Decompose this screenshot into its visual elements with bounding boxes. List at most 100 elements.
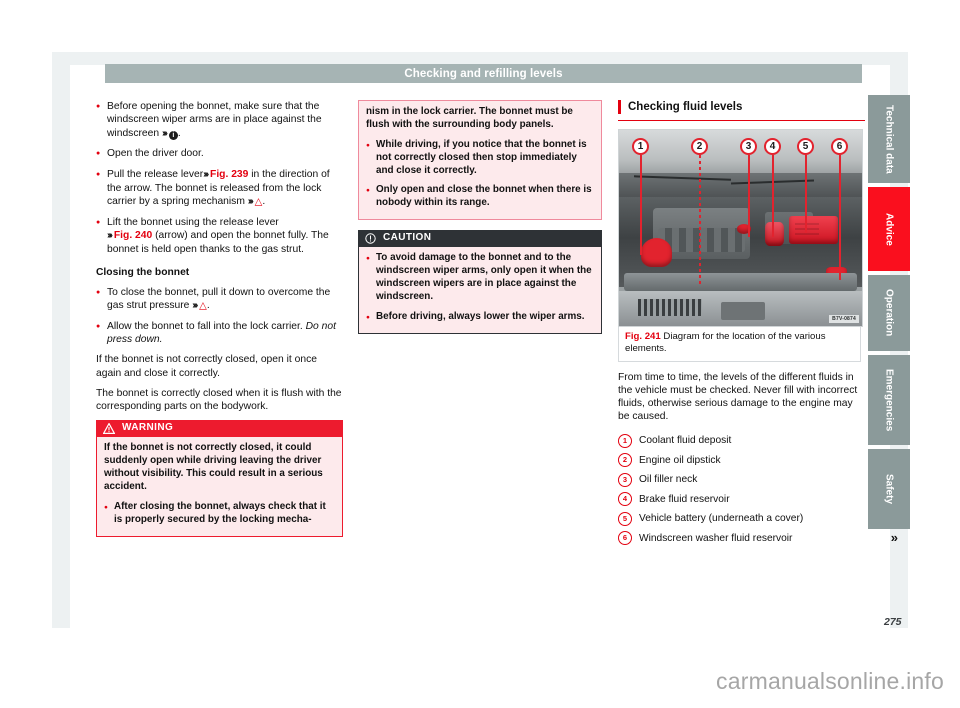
- coolant-deposit-cap: [640, 237, 673, 268]
- legend-label: Brake fluid reservoir: [639, 493, 730, 505]
- paragraph: If the bonnet is not correctly closed, o…: [96, 354, 317, 379]
- cross-reference-chevron-icon: ›››: [247, 195, 254, 207]
- figure-callout-1: 1: [632, 138, 649, 255]
- page-title: Checking and refilling levels: [404, 67, 563, 80]
- watermark: carmanualsonline.info: [716, 668, 944, 694]
- engine-bay-figure: 1 2 3 4 5 6 B7V-0874: [618, 129, 863, 327]
- list-item: 1 Coolant fluid deposit: [618, 433, 865, 448]
- callout-leader-line: [804, 155, 807, 233]
- warning-bullet-text: Only open and close the bonnet when ther…: [376, 184, 592, 209]
- bullet-text: Pull the release lever: [107, 168, 204, 180]
- content-column-left: Before opening the bonnet, make sure tha…: [96, 100, 343, 547]
- list-item: Before opening the bonnet, make sure tha…: [96, 100, 343, 140]
- legend-label: Windscreen washer fluid reservoir: [639, 532, 793, 544]
- list-item: 4 Brake fluid reservoir: [618, 492, 865, 507]
- page-number: 275: [884, 616, 902, 628]
- figure-callout-6: 6: [831, 138, 848, 280]
- sidebar-item-safety[interactable]: Safety: [868, 449, 910, 529]
- caution-bullet-text: Before driving, always lower the wiper a…: [376, 310, 585, 322]
- caution-box: CAUTION To avoid damage to the bonnet an…: [358, 230, 602, 334]
- caution-circle-icon: [365, 233, 376, 244]
- callout-number: 2: [691, 138, 708, 155]
- bullet-text: Open the driver door.: [107, 148, 204, 160]
- callout-leader-line: [639, 155, 642, 255]
- tab-label: Operation: [883, 289, 895, 337]
- bullet-text: Lift the bonnet using the release lever: [107, 216, 279, 228]
- figure-callout-2: 2: [691, 138, 708, 285]
- legend-label: Coolant fluid deposit: [639, 435, 732, 447]
- cross-reference-chevron-icon: ›››: [107, 230, 113, 242]
- caution-box-header: CAUTION: [358, 230, 602, 248]
- callout-number: 5: [797, 138, 814, 155]
- warning-continued-paragraph: nism in the lock carrier. The bonnet mus…: [366, 106, 573, 130]
- sidebar-item-technical-data[interactable]: Technical data: [868, 95, 910, 183]
- tab-label: Emergencies: [883, 368, 895, 432]
- caution-bullet-text: To avoid damage to the bonnet and to the…: [376, 252, 592, 302]
- bullet-text: Allow the bonnet to fall into the lock c…: [107, 320, 303, 332]
- callout-leader-line: [771, 155, 774, 237]
- legend-number-badge: 3: [618, 472, 632, 487]
- list-item: 5 Vehicle battery (underneath a cover): [618, 511, 865, 526]
- warning-triangle-icon: △: [254, 196, 263, 208]
- sidebar-item-advice[interactable]: Advice: [868, 187, 910, 271]
- warning-box: WARNING If the bonnet is not correctly c…: [96, 420, 343, 537]
- callout-number: 3: [740, 138, 757, 155]
- legend-number-badge: 6: [618, 531, 632, 546]
- figure-caption: Fig. 241 Diagram for the location of the…: [618, 327, 861, 362]
- sidebar-item-emergencies[interactable]: Emergencies: [868, 355, 910, 445]
- callout-number: 1: [632, 138, 649, 155]
- list-item: Open the driver door.: [96, 147, 343, 161]
- legend-label: Vehicle battery (underneath a cover): [639, 513, 804, 525]
- figure-callout-5: 5: [797, 138, 814, 233]
- list-item: 3 Oil filler neck: [618, 472, 865, 487]
- legend-number-badge: 5: [618, 511, 632, 526]
- tab-label: Advice: [883, 212, 895, 246]
- callout-leader-line: [747, 155, 750, 237]
- figure-callout-4: 4: [764, 138, 781, 237]
- figure-reference-link[interactable]: Fig. 240: [114, 230, 152, 241]
- paragraph-intro: From time to time, the levels of the dif…: [618, 371, 858, 423]
- callout-number: 4: [764, 138, 781, 155]
- section-rule: [618, 120, 865, 121]
- page-header-bar: Checking and refilling levels: [105, 64, 862, 83]
- warning-box-body: If the bonnet is not correctly closed, i…: [96, 437, 343, 537]
- cross-reference-chevron-icon: ›››: [203, 168, 209, 180]
- caution-box-label: CAUTION: [383, 232, 432, 244]
- sidebar-item-operation[interactable]: Operation: [868, 275, 910, 351]
- list-item: 6 Windscreen washer fluid reservoir »: [618, 530, 898, 546]
- slam-panel: [623, 273, 858, 291]
- warning-box-label: WARNING: [122, 422, 174, 434]
- warning-box-continued: nism in the lock carrier. The bonnet mus…: [358, 100, 602, 221]
- callout-leader-line: [838, 155, 841, 280]
- legend-label: Oil filler neck: [639, 474, 698, 486]
- subheading-closing-the-bonnet: Closing the bonnet: [96, 267, 190, 279]
- figure-reference-link[interactable]: Fig. 239: [210, 169, 248, 180]
- list-item: Pull the release lever››› Fig. 239 in th…: [96, 168, 343, 209]
- legend-number-badge: 2: [618, 453, 632, 468]
- section-title: Checking fluid levels: [618, 100, 865, 114]
- brake-fluid-cap: [764, 222, 785, 246]
- legend-label: Engine oil dipstick: [639, 454, 721, 466]
- warning-box-header: WARNING: [96, 420, 343, 438]
- info-dot-icon: i: [168, 130, 178, 140]
- warning-triangle-icon: △: [199, 300, 207, 312]
- side-tab-strip: Technical data Advice Operation Emergenc…: [868, 95, 910, 533]
- list-item: Before driving, always lower the wiper a…: [366, 311, 594, 324]
- warning-triangle-icon: [103, 423, 115, 435]
- figure-number: Fig. 241: [625, 331, 661, 342]
- legend-number-badge: 4: [618, 492, 632, 507]
- list-item: To close the bonnet, pull it down to ove…: [96, 286, 343, 313]
- vehicle-battery: [789, 216, 838, 244]
- warning-box-continued-body: nism in the lock carrier. The bonnet mus…: [359, 101, 601, 219]
- bullet-text: To close the bonnet, pull it down to ove…: [107, 286, 331, 311]
- paragraph: The bonnet is correctly closed when it i…: [96, 387, 342, 413]
- list-item: After closing the bonnet, always check t…: [104, 501, 335, 527]
- callout-number: 6: [831, 138, 848, 155]
- figure-callout-3: 3: [740, 138, 757, 237]
- warning-bullet-text: After closing the bonnet, always check t…: [114, 500, 326, 525]
- tab-label: Technical data: [883, 104, 895, 174]
- tab-label: Safety: [883, 473, 895, 504]
- engine-bay-photo: 1 2 3 4 5 6 B7V-0874: [619, 130, 862, 326]
- content-column-middle: nism in the lock carrier. The bonnet mus…: [358, 100, 602, 344]
- legend-list: 1 Coolant fluid deposit 2 Engine oil dip…: [618, 433, 898, 546]
